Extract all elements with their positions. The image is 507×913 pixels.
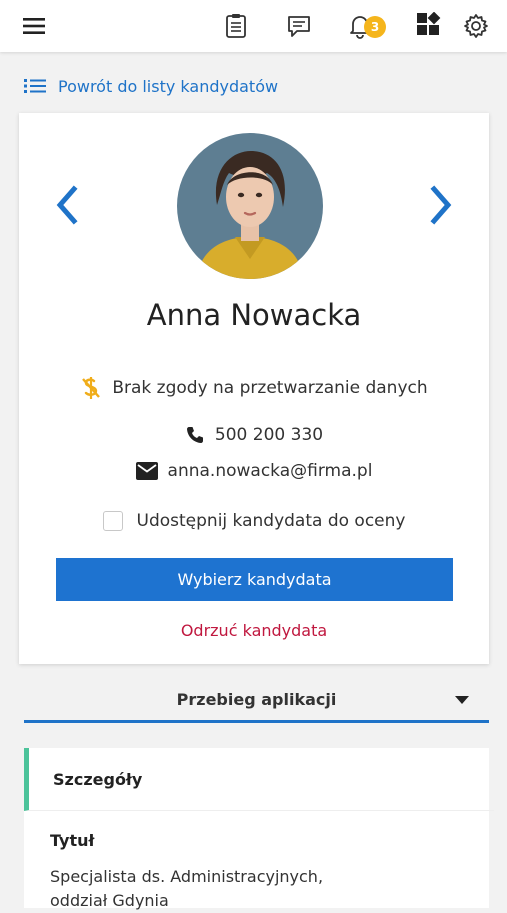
share-checkbox[interactable] bbox=[102, 511, 123, 531]
phone-number[interactable]: 500 200 330 bbox=[215, 425, 323, 445]
back-to-list-link[interactable]: Powrót do listy kandydatów bbox=[24, 74, 278, 98]
top-bar: 3 bbox=[0, 0, 507, 52]
phone-row: 500 200 330 bbox=[19, 425, 489, 445]
phone-icon bbox=[186, 427, 203, 443]
gear-icon[interactable] bbox=[462, 12, 490, 40]
caret-down-icon bbox=[455, 696, 469, 704]
previous-candidate-button[interactable] bbox=[53, 185, 81, 225]
title-field-value: Specjalista ds. Administracyjnych, oddzi… bbox=[50, 867, 324, 910]
candidate-name: Anna Nowacka bbox=[146, 298, 362, 332]
next-candidate-button[interactable] bbox=[427, 185, 455, 225]
application-section-toggle[interactable]: Przebieg aplikacji bbox=[24, 684, 489, 723]
candidate-avatar bbox=[177, 133, 323, 279]
consent-status: Brak zgody na przetwarzanie danych bbox=[19, 375, 489, 401]
apps-icon[interactable] bbox=[414, 12, 442, 40]
reject-candidate-link[interactable]: Odrzuć kandydata bbox=[19, 621, 489, 640]
select-candidate-button[interactable]: Wybierz kandydata bbox=[56, 558, 453, 601]
candidate-card: Anna Nowacka Brak zgody na przetwarzanie… bbox=[19, 113, 489, 664]
section-title: Przebieg aplikacji bbox=[176, 690, 337, 709]
list-icon bbox=[24, 79, 46, 93]
hamburger-icon[interactable] bbox=[21, 12, 49, 40]
details-title: Szczegóły bbox=[53, 770, 143, 789]
email-icon bbox=[135, 462, 158, 480]
share-checkbox-label: Udostępnij kandydata do oceny bbox=[136, 511, 406, 531]
chat-icon[interactable] bbox=[285, 12, 313, 40]
consent-status-text: Brak zgody na przetwarzanie danych bbox=[112, 378, 428, 398]
share-for-review[interactable]: Udostępnij kandydata do oceny bbox=[19, 511, 489, 531]
chevron-left-icon bbox=[56, 185, 78, 225]
title-field-label: Tytuł bbox=[50, 831, 95, 850]
email-address[interactable]: anna.nowacka@firma.pl bbox=[168, 461, 373, 481]
no-consent-icon bbox=[82, 377, 101, 399]
notification-badge: 3 bbox=[364, 16, 386, 38]
email-row: anna.nowacka@firma.pl bbox=[19, 461, 489, 481]
clipboard-icon[interactable] bbox=[222, 12, 250, 40]
back-link-label: Powrót do listy kandydatów bbox=[58, 76, 279, 96]
details-header[interactable]: Szczegóły bbox=[24, 748, 494, 811]
details-panel: Szczegóły Tytuł Specjalista ds. Administ… bbox=[24, 748, 494, 910]
chevron-right-icon bbox=[430, 185, 452, 225]
